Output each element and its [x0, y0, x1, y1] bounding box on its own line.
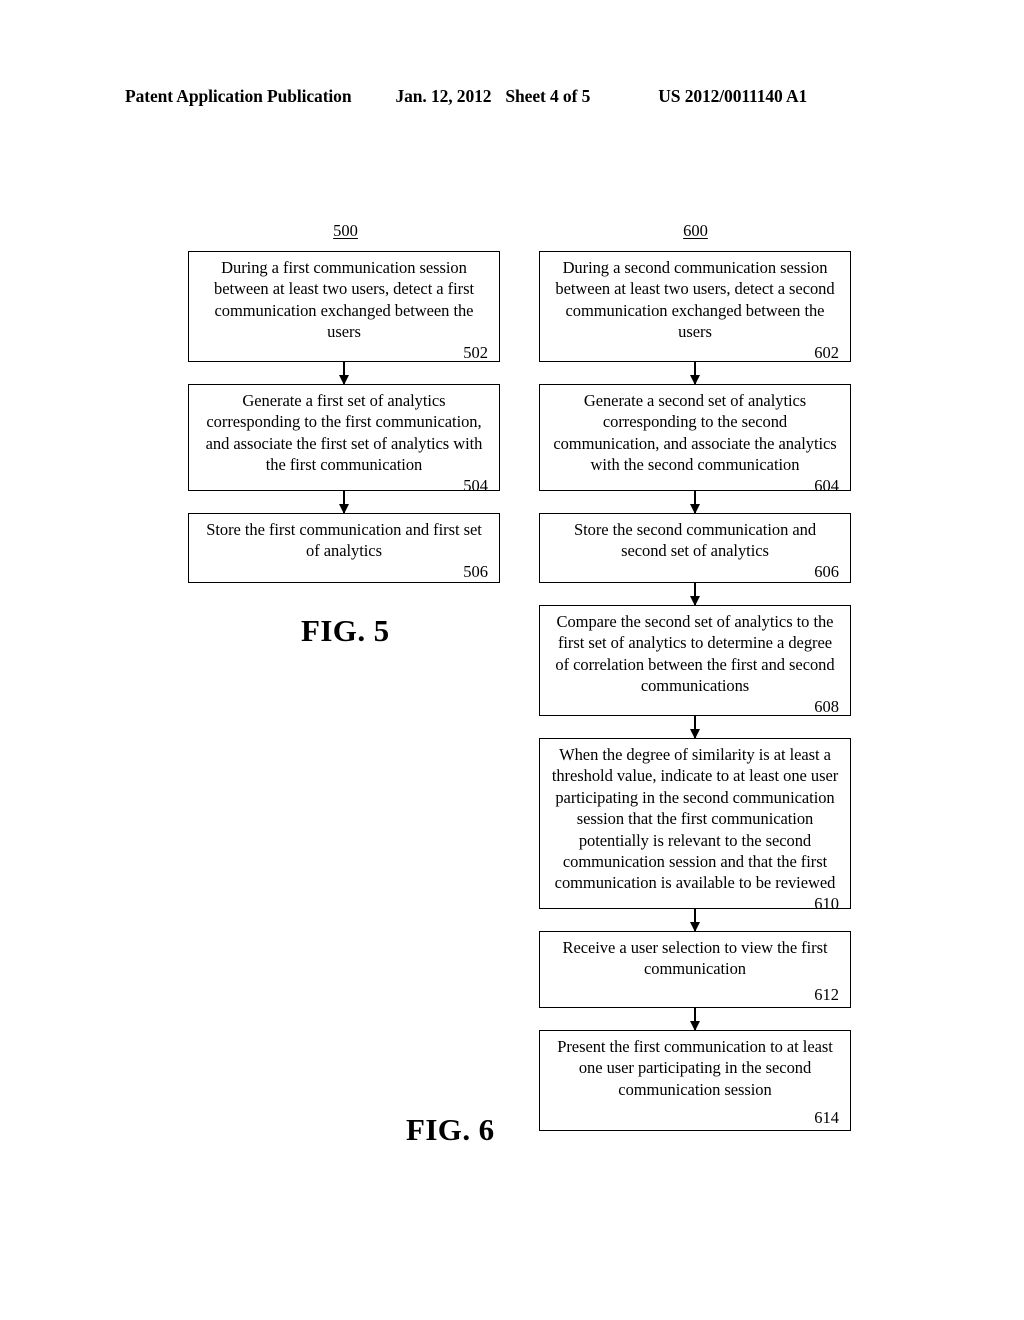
figure-500-reference-label: 500 — [333, 221, 358, 240]
flow-step-606-text: Store the second communication and secon… — [573, 520, 817, 561]
flow-step-506: Store the first communication and first … — [188, 513, 500, 583]
flow-step-610-text: When the degree of similarity is at leas… — [551, 745, 839, 893]
arrow-502-to-504 — [343, 362, 345, 384]
flow-step-604-text: Generate a second set of analytics corre… — [553, 391, 837, 475]
flow-step-614-ref: 614 — [814, 1108, 839, 1127]
flow-step-614: Present the first communication to at le… — [539, 1030, 851, 1131]
header-date: Jan. 12, 2012 — [395, 86, 492, 106]
flow-step-612: Receive a user selection to view the fir… — [539, 931, 851, 1008]
header-patent-number: US 2012/0011140 A1 — [658, 86, 808, 106]
flow-step-608-ref: 608 — [814, 696, 839, 716]
arrow-504-to-506 — [343, 491, 345, 513]
flow-step-608: Compare the second set of analytics to t… — [539, 605, 851, 716]
flow-step-614-text: Present the first communication to at le… — [557, 1037, 833, 1099]
figure-5-caption: FIG. 5 — [301, 613, 390, 648]
arrow-602-to-604 — [694, 362, 696, 384]
arrow-606-to-608 — [694, 583, 696, 605]
flow-step-608-text: Compare the second set of analytics to t… — [555, 612, 835, 696]
page-header: Patent Application Publication Jan. 12, … — [125, 86, 900, 107]
flow-step-502-ref: 502 — [463, 342, 488, 362]
flow-step-602-ref: 602 — [814, 342, 839, 362]
flow-step-612-ref: 612 — [814, 985, 839, 1004]
flow-step-606-ref: 606 — [814, 561, 839, 581]
flow-step-502-text: During a first communication session bet… — [214, 258, 474, 342]
flow-step-612-text: Receive a user selection to view the fir… — [562, 938, 828, 979]
flow-step-604: Generate a second set of analytics corre… — [539, 384, 851, 495]
flow-step-610: When the degree of similarity is at leas… — [539, 738, 851, 913]
flow-step-502: During a first communication session bet… — [188, 251, 500, 362]
flow-step-504: Generate a first set of analytics corres… — [188, 384, 500, 495]
flow-step-504-text: Generate a first set of analytics corres… — [205, 391, 483, 475]
arrow-604-to-606 — [694, 491, 696, 513]
header-publication-title: Patent Application Publication — [125, 86, 352, 106]
figure-600-reference-label: 600 — [683, 221, 708, 240]
flow-step-602: During a second communication session be… — [539, 251, 851, 362]
flow-step-602-text: During a second communication session be… — [555, 258, 835, 342]
flow-step-506-ref: 506 — [463, 561, 488, 581]
arrow-612-to-614 — [694, 1008, 696, 1030]
arrow-608-to-610 — [694, 716, 696, 738]
flow-step-506-text: Store the first communication and first … — [206, 520, 482, 561]
arrow-610-to-612 — [694, 909, 696, 931]
flow-step-606: Store the second communication and secon… — [539, 513, 851, 583]
header-sheet-number: Sheet 4 of 5 — [505, 86, 591, 106]
figure-6-caption: FIG. 6 — [406, 1112, 495, 1147]
